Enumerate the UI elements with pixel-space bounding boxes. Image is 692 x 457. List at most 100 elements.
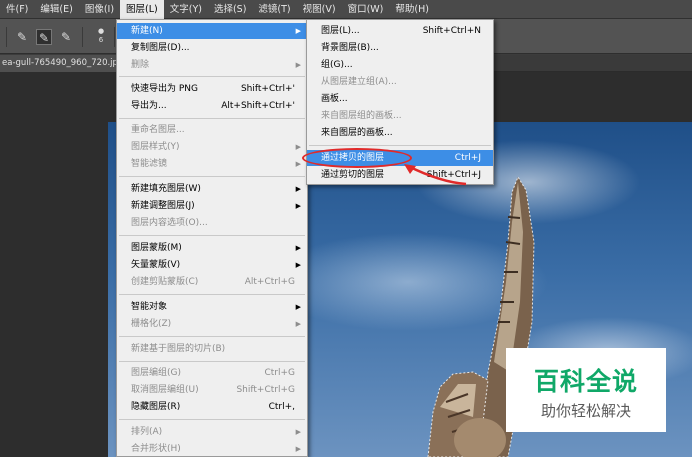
submenu-item-artboard-from-layers[interactable]: 来自图层的画板... <box>307 125 493 141</box>
menu-help[interactable]: 帮助(H) <box>389 0 435 19</box>
menu-item-label: 新建填充图层(W) <box>131 184 201 194</box>
submenu-arrow-icon: ▶ <box>295 143 301 151</box>
menu-item-label: 合并形状(H) <box>131 444 181 454</box>
menu-item-label: 通过拷贝的图层 <box>321 153 385 163</box>
menu-item-new-adjustment-layer[interactable]: 新建调整图层(J) ▶ <box>117 198 307 214</box>
options-divider <box>6 27 7 47</box>
menu-file[interactable]: 件(F) <box>0 0 34 19</box>
menu-item-label: 取消图层编组(U) <box>131 385 199 395</box>
menu-item-label: 删除 <box>131 60 150 70</box>
menu-divider <box>119 419 305 420</box>
menu-item-shortcut: Alt+Ctrl+G <box>244 277 295 287</box>
submenu-item-artboard[interactable]: 画板... <box>307 91 493 107</box>
menu-item-layer-content-options[interactable]: 图层内容选项(O)... <box>117 215 307 231</box>
menu-filter[interactable]: 滤镜(T) <box>252 0 296 19</box>
menu-item-label: 图层(L)... <box>321 26 360 36</box>
menu-item-vector-mask[interactable]: 矢量蒙版(V) ▶ <box>117 257 307 273</box>
menu-item-label: 图层样式(Y) <box>131 142 180 152</box>
menu-item-ungroup-layers[interactable]: 取消图层编组(U) Shift+Ctrl+G <box>117 382 307 398</box>
menu-edit[interactable]: 编辑(E) <box>34 0 78 19</box>
menu-view[interactable]: 视图(V) <box>297 0 342 19</box>
menu-item-new-layer-based-slice[interactable]: 新建基于图层的切片(B) <box>117 341 307 357</box>
submenu-item-artboard-from-group[interactable]: 来自图层组的画板... <box>307 108 493 124</box>
menu-item-shortcut: Ctrl+, <box>268 402 295 412</box>
menu-item-arrange[interactable]: 排列(A) ▶ <box>117 424 307 440</box>
menu-item-label: 快速导出为 PNG <box>131 84 198 94</box>
menu-item-label: 组(G)... <box>321 60 353 70</box>
menu-item-label: 从图层建立组(A)... <box>321 77 397 87</box>
menu-item-label: 导出为... <box>131 101 167 111</box>
menu-item-label: 智能对象 <box>131 302 168 312</box>
menu-item-label: 通过剪切的图层 <box>321 170 385 180</box>
submenu-arrow-icon: ▶ <box>295 428 301 436</box>
menu-divider <box>119 118 305 119</box>
submenu-arrow-icon: ▶ <box>295 185 301 193</box>
submenu-arrow-icon: ▶ <box>295 261 301 269</box>
menu-item-label: 背景图层(B)... <box>321 43 379 53</box>
submenu-arrow-icon: ▶ <box>295 61 301 69</box>
menu-select[interactable]: 选择(S) <box>208 0 252 19</box>
menu-item-group-layers[interactable]: 图层编组(G) Ctrl+G <box>117 365 307 381</box>
menu-item-create-clipping-mask[interactable]: 创建剪贴蒙版(C) Alt+Ctrl+G <box>117 274 307 290</box>
menu-item-label: 画板... <box>321 94 348 104</box>
menu-item-rename-layer[interactable]: 重命名图层... <box>117 122 307 138</box>
menu-window[interactable]: 窗口(W) <box>342 0 390 19</box>
menu-item-shortcut: Ctrl+G <box>264 368 295 378</box>
menu-item-combine-shapes[interactable]: 合并形状(H) ▶ <box>117 441 307 457</box>
menu-item-smart-object[interactable]: 智能对象 ▶ <box>117 299 307 315</box>
submenu-arrow-icon: ▶ <box>295 445 301 453</box>
menu-item-quick-export[interactable]: 快速导出为 PNG Shift+Ctrl+' <box>117 81 307 97</box>
submenu-item-group[interactable]: 组(G)... <box>307 57 493 73</box>
menu-item-shortcut: Shift+Ctrl+N <box>422 26 481 36</box>
layer-menu: 新建(N) ▶ 复制图层(D)... 删除 ▶ 快速导出为 PNG Shift+… <box>116 19 308 457</box>
menu-item-smart-filter[interactable]: 智能滤镜 ▶ <box>117 156 307 172</box>
subtract-selection-icon[interactable]: ✎ <box>58 29 74 45</box>
menu-item-export-as[interactable]: 导出为... Alt+Shift+Ctrl+' <box>117 98 307 114</box>
document-tab[interactable]: ea-gull-765490_960_720.jpg <box>0 55 118 72</box>
menu-layer[interactable]: 图层(L) <box>120 0 164 19</box>
submenu-arrow-icon: ▶ <box>295 160 301 168</box>
menu-item-new[interactable]: 新建(N) ▶ <box>117 23 307 39</box>
menu-divider <box>119 336 305 337</box>
brush-dot-icon: ● <box>97 27 105 35</box>
menu-image[interactable]: 图像(I) <box>79 0 120 19</box>
menu-divider <box>119 235 305 236</box>
menu-item-new-fill-layer[interactable]: 新建填充图层(W) ▶ <box>117 181 307 197</box>
menu-divider <box>119 361 305 362</box>
menu-item-duplicate-layer[interactable]: 复制图层(D)... <box>117 40 307 56</box>
brush-size-picker[interactable]: ● 6 <box>95 27 107 45</box>
menu-item-label: 新建(N) <box>131 26 163 36</box>
submenu-arrow-icon: ▶ <box>295 202 301 210</box>
menu-item-label: 排列(A) <box>131 427 163 437</box>
menu-item-layer-mask[interactable]: 图层蒙版(M) ▶ <box>117 240 307 256</box>
menu-item-shortcut: Shift+Ctrl+' <box>240 84 295 94</box>
menu-divider <box>309 145 491 146</box>
add-to-selection-icon[interactable]: ✎ <box>36 29 52 45</box>
menu-item-shortcut: Alt+Shift+Ctrl+' <box>221 101 295 111</box>
submenu-item-group-from-layers[interactable]: 从图层建立组(A)... <box>307 74 493 90</box>
options-divider <box>82 27 83 47</box>
submenu-arrow-icon: ▶ <box>295 244 301 252</box>
menu-item-label: 来自图层的画板... <box>321 128 393 138</box>
menu-divider <box>119 76 305 77</box>
menu-item-delete[interactable]: 删除 ▶ <box>117 57 307 73</box>
submenu-item-background-layer[interactable]: 背景图层(B)... <box>307 40 493 56</box>
menu-type[interactable]: 文字(Y) <box>164 0 208 19</box>
submenu-arrow-icon: ▶ <box>295 303 301 311</box>
menu-item-label: 隐藏图层(R) <box>131 402 181 412</box>
menu-item-label: 栅格化(Z) <box>131 319 172 329</box>
new-selection-icon[interactable]: ✎ <box>14 29 30 45</box>
menu-item-label: 新建调整图层(J) <box>131 201 195 211</box>
menu-item-rasterize[interactable]: 栅格化(Z) ▶ <box>117 316 307 332</box>
menu-divider <box>119 176 305 177</box>
submenu-item-new-layer[interactable]: 图层(L)... Shift+Ctrl+N <box>307 23 493 39</box>
menu-item-label: 新建基于图层的切片(B) <box>131 344 226 354</box>
annotation-arrow-icon <box>404 164 467 186</box>
menu-item-label: 图层内容选项(O)... <box>131 218 208 228</box>
menu-item-label: 图层蒙版(M) <box>131 243 182 253</box>
menu-item-label: 图层编组(G) <box>131 368 181 378</box>
menu-item-layer-style[interactable]: 图层样式(Y) ▶ <box>117 139 307 155</box>
menu-item-hide-layers[interactable]: 隐藏图层(R) Ctrl+, <box>117 399 307 415</box>
watermark-title: 百科全说 <box>533 367 638 396</box>
menu-item-label: 复制图层(D)... <box>131 43 190 53</box>
